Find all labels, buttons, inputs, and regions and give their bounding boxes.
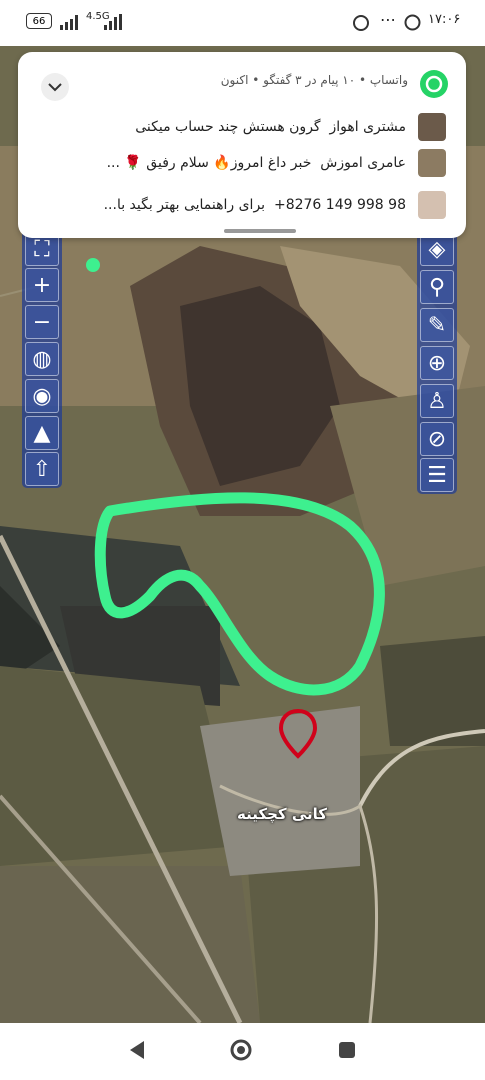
compass-icon: ⊘ <box>427 426 447 452</box>
notification-summary: واتساپ • ۱۰ پیام در ۳ گفتگو • اکنون <box>220 73 408 87</box>
message-row[interactable]: مشتری اهواز گرون هستش چند حساب میکنی <box>135 113 446 141</box>
compass-button[interactable]: ⊘ <box>420 422 454 456</box>
globe-icon: ◍ <box>32 346 52 372</box>
avatar <box>418 149 446 177</box>
whatsapp-notification[interactable]: واتساپ • ۱۰ پیام در ۳ گفتگو • اکنون مشتر… <box>18 52 466 238</box>
messenger-icon <box>353 15 369 31</box>
settings-button[interactable]: ☰ <box>420 458 454 492</box>
layers-icon: ◈ <box>428 236 446 262</box>
person-location-icon: ♙ <box>427 388 447 414</box>
globe-button[interactable]: ◍ <box>25 342 59 376</box>
sender-name: عامری اموزش خبر داغ امروز🔥 سلام رفیق 🌹 .… <box>106 155 406 171</box>
message-text: برای راهنمایی بهتر بگید با... <box>103 197 266 213</box>
whatsapp-status-icon <box>404 14 421 31</box>
signal-icon <box>60 15 78 30</box>
message-row[interactable]: 98 998 149 8276+ برای راهنمایی بهتر بگید… <box>103 191 446 219</box>
sender-name: 98 998 149 8276+ برای راهنمایی بهتر بگید… <box>103 197 406 213</box>
terrain-icon: ▲ <box>33 420 51 446</box>
sender-name: مشتری اهواز گرون هستش چند حساب میکنی <box>135 119 406 135</box>
right-toolbar: ◈ ⚲ ✎ ⊕ ♙ ⊘ ☰ <box>417 228 457 494</box>
search-icon: ⚲ <box>428 274 446 300</box>
web-globe-button[interactable]: ⊕ <box>420 346 454 380</box>
scroll-up-button[interactable]: ⇧ <box>25 452 59 486</box>
left-toolbar: ⛶ + − ◍ ◉ ▲ ⇧ <box>22 228 62 488</box>
globe-stand-icon: ◉ <box>32 383 52 409</box>
message-row[interactable]: عامری اموزش خبر داغ امروز🔥 سلام رفیق 🌹 .… <box>106 149 446 177</box>
avatar <box>418 113 446 141</box>
zoom-in-icon: + <box>32 272 52 298</box>
zoom-out-button[interactable]: − <box>25 305 59 339</box>
arrow-up-icon: ⇧ <box>32 456 52 482</box>
battery-indicator: 66 <box>26 13 52 29</box>
draw-button[interactable]: ✎ <box>420 308 454 342</box>
clock: ۱۷:۰۶ <box>428 12 461 27</box>
whatsapp-icon <box>420 70 448 98</box>
more-icon: ⋯ <box>380 10 396 29</box>
message-text: گرون هستش چند حساب میکنی <box>135 119 321 135</box>
status-bar: 66 4.5G ⋯ ۱۷:۰۶ <box>0 0 485 46</box>
home-button[interactable] <box>230 1039 252 1061</box>
message-text: خبر داغ امروز🔥 سلام رفیق 🌹 ... <box>106 155 312 171</box>
location-marker-icon[interactable] <box>278 709 318 759</box>
zoom-out-icon: − <box>32 309 52 335</box>
web-globe-icon: ⊕ <box>427 350 447 376</box>
pencil-icon: ✎ <box>427 312 447 338</box>
drag-handle[interactable] <box>224 229 296 233</box>
zoom-in-button[interactable]: + <box>25 268 59 302</box>
avatar <box>418 191 446 219</box>
recents-button[interactable] <box>338 1041 356 1059</box>
search-button[interactable]: ⚲ <box>420 270 454 304</box>
fullscreen-icon: ⛶ <box>34 236 50 262</box>
signal-icon-2 <box>104 14 122 30</box>
place-label[interactable]: کانی کچکینه <box>237 805 327 823</box>
back-button[interactable] <box>128 1040 146 1060</box>
navigation-bar <box>0 1023 485 1080</box>
sliders-icon: ☰ <box>427 462 447 488</box>
chevron-down-icon[interactable] <box>40 72 70 102</box>
terrain-button[interactable]: ▲ <box>25 416 59 450</box>
globe-stand-button[interactable]: ◉ <box>25 379 59 413</box>
my-location-button[interactable]: ♙ <box>420 384 454 418</box>
